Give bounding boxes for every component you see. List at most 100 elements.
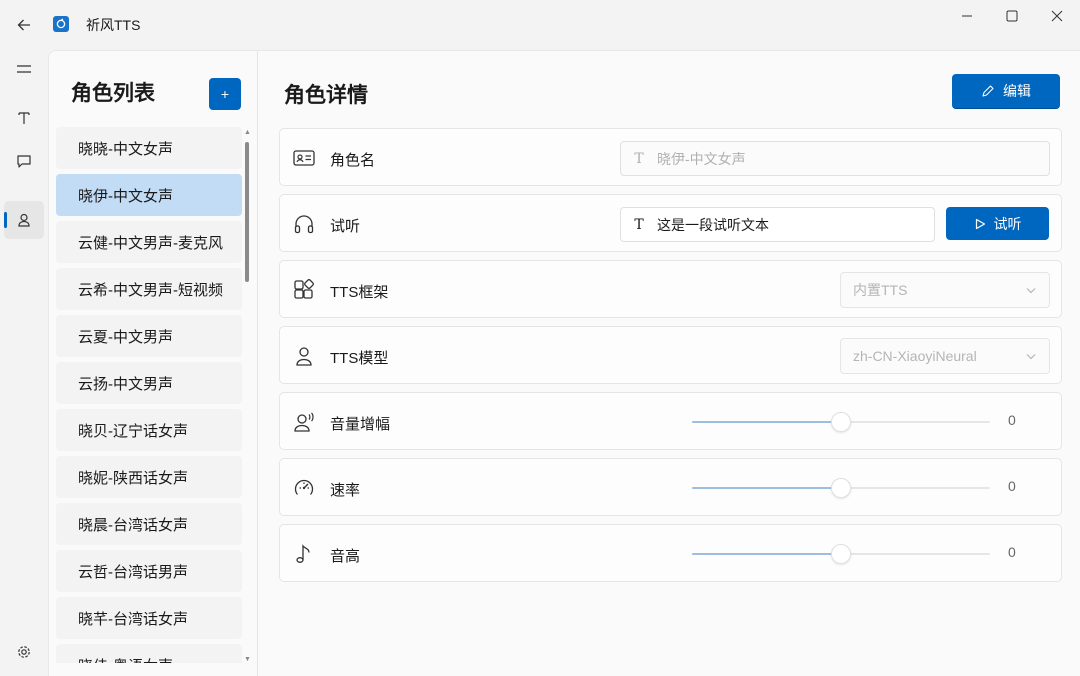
nav-active-indicator [4, 212, 7, 228]
role-list-item[interactable]: 晓佳-粤语女声 [56, 644, 242, 663]
maximize-button[interactable] [989, 0, 1035, 32]
volume-slider[interactable] [692, 412, 990, 432]
pitch-label: 音高 [330, 548, 361, 565]
pencil-icon [982, 85, 994, 97]
panel-divider [257, 51, 258, 676]
role-list-item[interactable]: 云哲-台湾话男声 [56, 550, 242, 592]
role-name: 云希-中文男声-短视频 [78, 281, 223, 299]
edit-button[interactable]: 编辑 [952, 74, 1060, 109]
text-icon: T [634, 216, 644, 233]
role-name: 晓佳-粤语女声 [78, 655, 224, 664]
role-name-input[interactable]: T 晓伊-中文女声 [620, 141, 1050, 176]
role-name: 晓伊-中文女声 [78, 187, 173, 205]
nav-roles-button[interactable] [4, 201, 44, 239]
back-arrow-icon [17, 19, 30, 31]
audition-card: 试听 T 这是一段试听文本 试听 [279, 194, 1062, 252]
role-list-item[interactable]: 云健-中文男声-麦克风 [56, 221, 242, 263]
role-list-item[interactable]: 云扬-中文男声 [56, 362, 242, 404]
role-name: 云扬-中文男声 [78, 375, 173, 393]
scroll-down-icon[interactable]: ▼ [244, 656, 251, 663]
scroll-thumb[interactable] [245, 142, 249, 282]
role-name: 云健-中文男声-麦克风 [78, 234, 223, 252]
audition-label: 试听 [330, 218, 361, 235]
minimize-button[interactable] [944, 0, 990, 32]
id-card-icon [292, 146, 316, 170]
role-name: 晓贝-辽宁话女声 [78, 422, 188, 440]
detail-title: 角色详情 [284, 84, 368, 107]
role-list-item[interactable]: 云希-中文男声-短视频 [56, 268, 242, 310]
chevron-down-icon [1026, 288, 1036, 294]
nav-text-button[interactable] [4, 99, 44, 137]
content-panel: 角色列表 + 晓晓-中文女声 晓伊-中文女声 云健-中文男声-麦克风 云希-中文… [48, 50, 1080, 676]
slider-fill [692, 421, 841, 423]
role-list-scrollbar[interactable]: ▲ ▼ [243, 129, 251, 663]
rate-label: 速率 [330, 482, 361, 499]
slider-thumb[interactable] [831, 544, 851, 564]
role-list-item[interactable]: 晓晓-中文女声 [56, 127, 242, 169]
person-voice-icon [292, 344, 316, 368]
tts-framework-select[interactable]: 内置TTS [840, 272, 1050, 308]
nav-settings-button[interactable] [4, 633, 44, 671]
person-speak-icon [292, 410, 316, 434]
nav-chat-button[interactable] [4, 142, 44, 180]
role-list: 晓晓-中文女声 晓伊-中文女声 云健-中文男声-麦克风 云希-中文男声-短视频 … [56, 127, 242, 663]
role-name-label: 角色名 [330, 152, 376, 169]
role-list-item[interactable]: 晓妮-陕西话女声 [56, 456, 242, 498]
role-name: 晓妮-陕西话女声 [78, 469, 188, 487]
tts-framework-label: TTS框架 [330, 284, 389, 301]
slider-fill [692, 553, 841, 555]
role-list-item-selected[interactable]: 晓伊-中文女声 [56, 174, 242, 216]
role-list-title: 角色列表 [71, 82, 155, 105]
role-list-item[interactable]: 晓晨-台湾话女声 [56, 503, 242, 545]
close-button[interactable] [1034, 0, 1080, 32]
role-list-item[interactable]: 晓贝-辽宁话女声 [56, 409, 242, 451]
slider-fill [692, 487, 841, 489]
app-title: 祈风TTS [86, 17, 141, 33]
pitch-value: 0 [1008, 544, 1016, 560]
volume-value: 0 [1008, 412, 1016, 428]
pitch-card: 音高 0 [279, 524, 1062, 582]
slider-thumb[interactable] [831, 412, 851, 432]
role-name: 晓芊-台湾话女声 [78, 610, 188, 628]
audition-play-label: 试听 [993, 215, 1022, 232]
close-icon [1051, 10, 1063, 22]
text-icon [18, 112, 30, 124]
add-role-button[interactable]: + [209, 78, 241, 110]
rate-card: 速率 0 [279, 458, 1062, 516]
volume-card: 音量增幅 0 [279, 392, 1062, 450]
slider-thumb[interactable] [831, 478, 851, 498]
role-name: 晓晓-中文女声 [78, 140, 173, 158]
role-name: 晓晨-台湾话女声 [78, 516, 188, 534]
tts-framework-card: TTS框架 内置TTS [279, 260, 1062, 318]
audition-play-button[interactable]: 试听 [946, 207, 1049, 240]
headphones-icon [292, 212, 316, 236]
role-list-item[interactable]: 晓芊-台湾话女声 [56, 597, 242, 639]
role-name: 云夏-中文男声 [78, 328, 173, 346]
tts-model-card: TTS模型 zh-CN-XiaoyiNeural [279, 326, 1062, 384]
tts-model-value: zh-CN-XiaoyiNeural [853, 348, 977, 364]
music-note-icon [292, 542, 316, 566]
person-icon [18, 213, 30, 227]
role-name: 云哲-台湾话男声 [78, 563, 188, 581]
tts-model-label: TTS模型 [330, 350, 389, 367]
rate-value: 0 [1008, 478, 1016, 494]
tts-framework-value: 内置TTS [853, 282, 908, 298]
scroll-up-icon[interactable]: ▲ [244, 129, 251, 136]
chat-icon [17, 155, 31, 168]
pitch-slider[interactable] [692, 544, 990, 564]
role-name-placeholder: 晓伊-中文女声 [657, 150, 746, 167]
role-name-card: 角色名 T 晓伊-中文女声 [279, 128, 1062, 186]
speedometer-icon [292, 476, 316, 500]
hamburger-icon [17, 65, 31, 73]
audition-text-input[interactable]: T 这是一段试听文本 [620, 207, 935, 242]
text-icon: T [634, 150, 644, 167]
audition-text-value: 这是一段试听文本 [657, 216, 769, 233]
role-list-item[interactable]: 云夏-中文男声 [56, 315, 242, 357]
tts-model-select[interactable]: zh-CN-XiaoyiNeural [840, 338, 1050, 374]
back-button[interactable] [9, 10, 39, 40]
rate-slider[interactable] [692, 478, 990, 498]
play-icon [975, 218, 985, 229]
edit-button-label: 编辑 [1003, 83, 1031, 99]
maximize-icon [1006, 10, 1018, 22]
nav-menu-button[interactable] [4, 50, 44, 88]
